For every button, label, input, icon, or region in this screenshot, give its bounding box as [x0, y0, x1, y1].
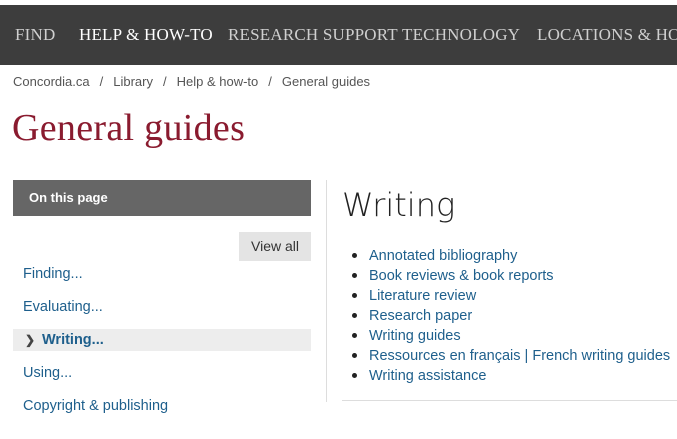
link-label: Annotated bibliography	[369, 248, 518, 264]
section-title: Writing	[342, 186, 456, 224]
nav-technology[interactable]: TECHNOLOGY	[402, 5, 520, 65]
sidebar-link-writing[interactable]: ❯ Writing...	[13, 329, 311, 351]
bullet-icon	[352, 312, 357, 318]
sidebar-link-using[interactable]: Using...	[13, 362, 311, 384]
page-title: General guides	[12, 107, 246, 149]
bullet-icon	[352, 292, 357, 298]
content-bottom-divider	[342, 400, 677, 401]
nav-help-how-to[interactable]: HELP & HOW-TO	[79, 5, 213, 65]
link-label: Ressources en français | French writing …	[369, 348, 671, 364]
sidebar-link-finding[interactable]: Finding...	[13, 263, 311, 285]
on-this-page-sidebar: On this page View all Finding... Evaluat…	[13, 180, 311, 414]
link-label: Book reviews & book reports	[369, 268, 554, 284]
breadcrumb-separator: /	[99, 74, 104, 89]
breadcrumb-library[interactable]: Library	[113, 74, 153, 89]
bullet-icon	[352, 272, 357, 278]
bullet-icon	[352, 372, 357, 378]
link-annotated-bibliography[interactable]: Annotated bibliography	[352, 246, 670, 266]
breadcrumb-help-how-to[interactable]: Help & how-to	[177, 74, 259, 89]
link-label: Literature review	[369, 288, 477, 304]
bullet-icon	[352, 352, 357, 358]
bullet-icon	[352, 332, 357, 338]
sidebar-link-label: Copyright & publishing	[23, 398, 169, 414]
link-french-writing-guides[interactable]: Ressources en français | French writing …	[352, 346, 670, 366]
bullet-icon	[352, 252, 357, 258]
top-navigation: FIND HELP & HOW-TO RESEARCH SUPPORT TECH…	[0, 5, 677, 65]
link-label: Writing guides	[369, 328, 461, 344]
nav-research-support[interactable]: RESEARCH SUPPORT	[228, 5, 398, 65]
column-divider	[326, 180, 327, 402]
link-research-paper[interactable]: Research paper	[352, 306, 670, 326]
sidebar-link-label: Using...	[23, 365, 73, 381]
sidebar-link-copyright-publishing[interactable]: Copyright & publishing	[13, 395, 311, 417]
view-all-button[interactable]: View all	[239, 232, 311, 261]
breadcrumb-separator: /	[268, 74, 272, 89]
breadcrumb-concordia[interactable]: Concordia.ca	[13, 74, 90, 89]
sidebar-link-label: Writing...	[42, 332, 104, 348]
link-literature-review[interactable]: Literature review	[352, 286, 670, 306]
nav-find[interactable]: FIND	[15, 5, 55, 65]
sidebar-link-label: Evaluating...	[23, 299, 103, 315]
breadcrumb-separator: /	[162, 74, 167, 89]
chevron-right-icon: ❯	[25, 333, 36, 347]
breadcrumb-general-guides[interactable]: General guides	[282, 74, 370, 89]
on-this-page-header: On this page	[13, 180, 311, 216]
link-writing-guides[interactable]: Writing guides	[352, 326, 670, 346]
link-label: Research paper	[369, 308, 473, 324]
nav-locations-hours[interactable]: LOCATIONS & HOURS	[537, 5, 677, 65]
sidebar-link-label: Finding...	[23, 266, 83, 282]
breadcrumb: Concordia.ca / Library / Help & how-to / Gener…	[13, 74, 370, 89]
link-book-reviews[interactable]: Book reviews & book reports	[352, 266, 670, 286]
link-label: Writing assistance	[369, 368, 487, 384]
sidebar-link-evaluating[interactable]: Evaluating...	[13, 296, 311, 318]
writing-link-list: Annotated bibliography Book reviews & bo…	[352, 246, 670, 386]
link-writing-assistance[interactable]: Writing assistance	[352, 366, 670, 386]
